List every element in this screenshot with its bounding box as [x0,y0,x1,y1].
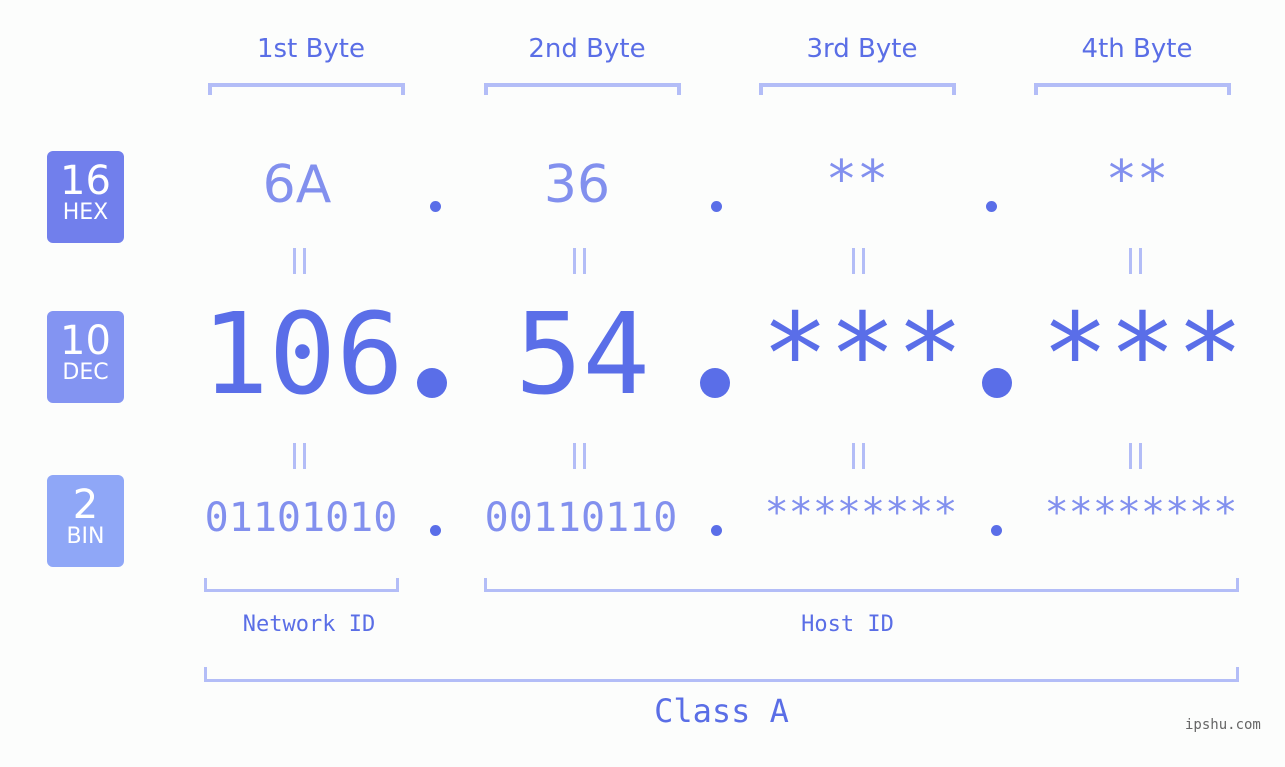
host-id-label: Host ID [801,612,894,637]
network-id-label: Network ID [242,612,376,637]
byte-bracket-3 [759,83,956,95]
byte-bracket-4 [1034,83,1231,95]
byte-bracket-2 [484,83,681,95]
bin-byte-4: ******** [1044,490,1238,536]
byte-header-4: 4th Byte [1081,34,1193,64]
dec-dot-2 [700,368,730,398]
byte-header-2: 2nd Byte [528,34,646,64]
byte-header-1: 1st Byte [257,34,365,64]
hex-byte-1: 6A [262,155,332,215]
dec-base: 10 [60,318,111,364]
dec-byte-1: 106 [201,290,404,420]
bin-label: BIN [66,524,105,549]
class-bracket [204,667,1239,682]
equals-icon [293,248,307,274]
bin-dot-1 [430,525,441,536]
hex-badge: 16 HEX [47,151,124,243]
hex-dot-2 [711,201,722,212]
hex-base: 16 [60,158,111,204]
bin-byte-1: 01101010 [204,495,398,541]
bin-dot-3 [991,525,1002,536]
hex-byte-2: 36 [543,155,611,215]
hex-dot-3 [986,201,997,212]
equals-icon [1129,248,1143,274]
dec-byte-3: *** [761,290,964,420]
class-label: Class A [654,692,789,730]
bin-base: 2 [72,482,99,528]
equals-icon [293,443,307,469]
hex-label: HEX [62,200,109,225]
dec-badge: 10 DEC [47,311,124,403]
hex-byte-3: ** [825,150,889,210]
equals-icon [852,443,866,469]
watermark: ipshu.com [1185,717,1261,733]
dec-dot-1 [417,368,447,398]
hex-dot-1 [430,201,441,212]
dec-byte-2: 54 [515,290,650,420]
equals-icon [573,248,587,274]
network-id-bracket [204,578,399,592]
bin-byte-3: ******** [764,490,958,536]
equals-icon [573,443,587,469]
byte-header-3: 3rd Byte [806,34,918,64]
host-id-bracket [484,578,1239,592]
equals-icon [852,248,866,274]
bin-byte-2: 00110110 [484,495,678,541]
dec-byte-4: *** [1041,290,1244,420]
byte-bracket-1 [208,83,405,95]
equals-icon [1129,443,1143,469]
bin-dot-2 [711,525,722,536]
dec-dot-3 [982,368,1012,398]
hex-byte-4: ** [1105,150,1169,210]
dec-label: DEC [62,360,109,385]
bin-badge: 2 BIN [47,475,124,567]
